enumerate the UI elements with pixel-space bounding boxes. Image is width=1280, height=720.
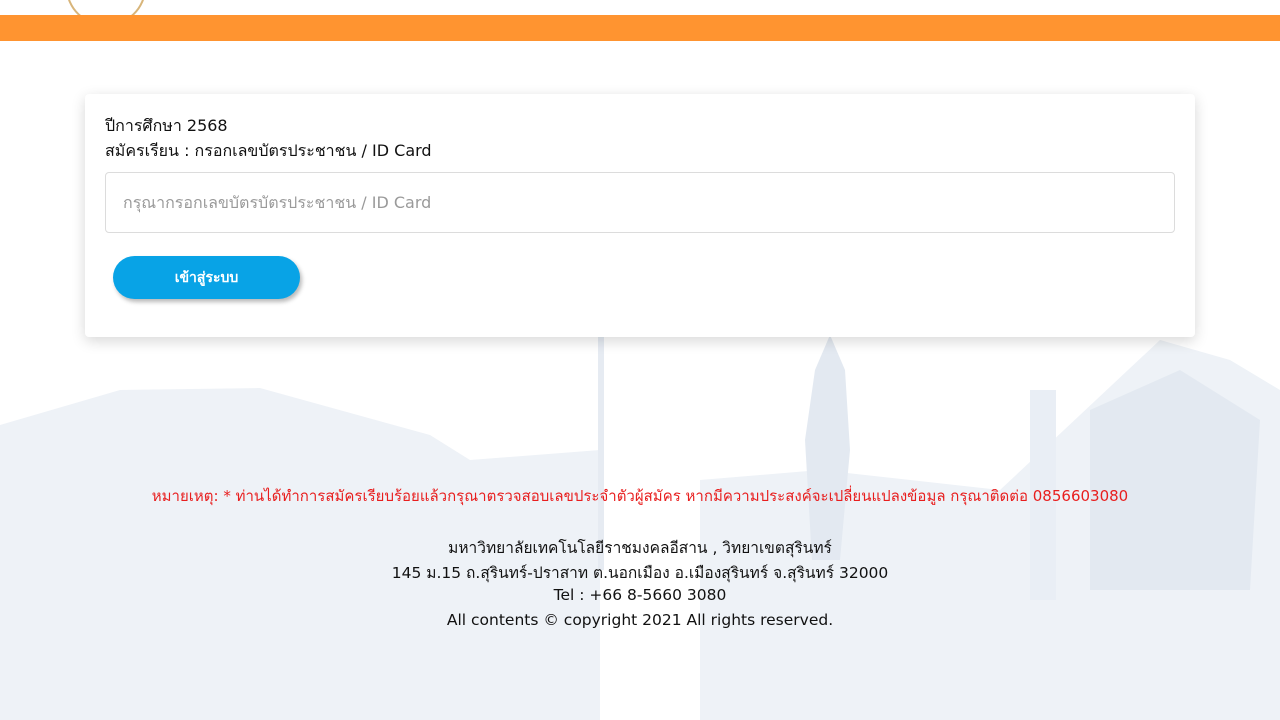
copyright-text: All contents © copyright 2021 All rights…	[446, 611, 834, 629]
telephone-text: Tel : +66 8-5660 3080	[553, 586, 727, 604]
id-card-input[interactable]	[105, 172, 1175, 233]
notice-text: หมายเหตุ: * ท่านได้ทำการสมัครเรียบร้อยแล…	[151, 487, 1129, 505]
top-strip	[0, 0, 1280, 15]
login-page: ปีการศึกษา 2568 สมัครเรียน : กรอกเลขบัตร…	[0, 0, 1280, 720]
header-bar	[0, 15, 1280, 41]
login-card: ปีการศึกษา 2568 สมัครเรียน : กรอกเลขบัตร…	[85, 94, 1195, 337]
apply-instruction-label: สมัครเรียน : กรอกเลขบัตรประชาชน / ID Car…	[105, 141, 432, 160]
institution-name: มหาวิทยาลัยเทคโนโลยีราชมงคลอีสาน , วิทยา…	[448, 539, 832, 557]
academic-year-label: ปีการศึกษา 2568	[105, 116, 228, 135]
background-illustration	[0, 330, 1280, 720]
address-text: 145 ม.15 ถ.สุรินทร์-ปราสาท ต.นอกเมือง อ.…	[391, 564, 889, 582]
login-button[interactable]: เข้าสู่ระบบ	[113, 256, 300, 299]
